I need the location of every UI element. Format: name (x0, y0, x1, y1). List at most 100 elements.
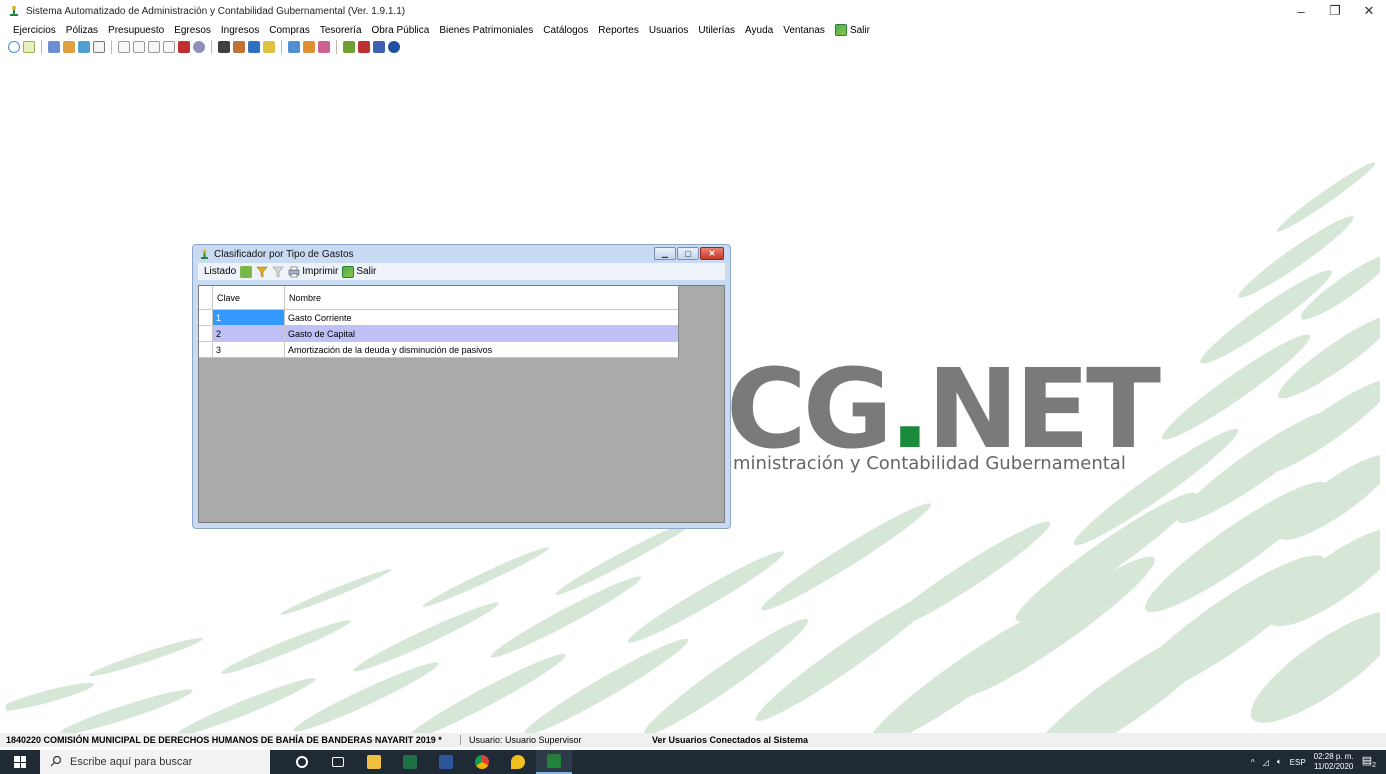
menu-polizas[interactable]: Pólizas (61, 25, 103, 36)
imprimir-label: Imprimir (302, 266, 339, 277)
network-icon[interactable]: ◿ (1263, 758, 1269, 767)
box-icon[interactable] (178, 41, 190, 53)
window-logo-icon (199, 249, 210, 260)
menu-ejercicios[interactable]: Ejercicios (8, 25, 61, 36)
clock[interactable]: 02:28 p. m. 11/02/2020 (1314, 752, 1354, 772)
menu-obra-publica[interactable]: Obra Pública (367, 25, 435, 36)
row-header-cell[interactable] (199, 326, 213, 341)
app-logo-icon (547, 754, 561, 768)
main-toolbar (0, 38, 1386, 56)
column-header-clave[interactable]: Clave (213, 286, 285, 309)
help-icon[interactable] (388, 41, 400, 53)
task-view-button[interactable] (320, 750, 356, 774)
close-button[interactable]: ✕ (1352, 0, 1386, 22)
cell-nombre[interactable]: Gasto de Capital (285, 326, 678, 341)
notification-count: 2 (1372, 762, 1376, 770)
clear-filter-icon[interactable] (272, 266, 284, 278)
child-minimize-button[interactable]: ▁ (654, 247, 676, 260)
chart-icon[interactable] (248, 41, 260, 53)
column-header-nombre[interactable]: Nombre (285, 286, 678, 309)
exit-icon (342, 265, 355, 278)
imprimir-button[interactable]: Imprimir (288, 266, 338, 278)
package-icon[interactable] (263, 41, 275, 53)
cortana-button[interactable] (284, 750, 320, 774)
row-header-cell[interactable] (199, 342, 213, 357)
cell-clave[interactable]: 2 (213, 326, 285, 341)
cell-nombre[interactable]: Amortización de la deuda y disminución d… (285, 342, 678, 357)
printer-icon (288, 266, 300, 278)
cell-clave[interactable]: 3 (213, 342, 285, 357)
globe-icon[interactable] (193, 41, 205, 53)
start-button[interactable] (0, 750, 40, 774)
calculator-icon[interactable] (78, 41, 90, 53)
app-title-bar: Sistema Automatizado de Administración y… (0, 0, 1386, 22)
menu-bienes-patrimoniales[interactable]: Bienes Patrimoniales (434, 25, 538, 36)
refresh-icon[interactable] (8, 41, 20, 53)
child-title-bar: Clasificador por Tipo de Gastos ▁ ▢ ✕ (193, 245, 730, 263)
table-icon[interactable] (93, 41, 105, 53)
document-icon[interactable] (23, 41, 35, 53)
child-close-button[interactable]: ✕ (700, 247, 724, 260)
book-icon[interactable] (373, 41, 385, 53)
menu-compras[interactable]: Compras (264, 25, 315, 36)
menu-catalogos[interactable]: Catálogos (538, 25, 593, 36)
menu-utilerias[interactable]: Utilerías (693, 25, 740, 36)
salir-label: Salir (356, 266, 377, 277)
cell-nombre[interactable]: Gasto Corriente (285, 310, 678, 325)
report-icon[interactable] (288, 41, 300, 53)
language-indicator[interactable]: ESP (1290, 758, 1306, 767)
cortana-icon (296, 756, 308, 768)
users-icon[interactable] (358, 41, 370, 53)
menu-ingresos[interactable]: Ingresos (216, 25, 264, 36)
clipboard-icon[interactable] (218, 41, 230, 53)
child-title: Clasificador por Tipo de Gastos (214, 248, 354, 260)
tools-icon[interactable] (303, 41, 315, 53)
menu-ventanas[interactable]: Ventanas (778, 25, 830, 36)
form-icon[interactable] (148, 41, 160, 53)
connected-users-link[interactable]: Ver Usuarios Conectados al Sistema (642, 735, 808, 745)
system-tray: ^ ◿ 🔈︎ ESP 02:28 p. m. 11/02/2020 ▤2 (1251, 750, 1386, 774)
file-explorer-button[interactable] (356, 750, 392, 774)
table-row[interactable]: 3 Amortización de la deuda y disminución… (199, 342, 678, 358)
form-icon[interactable] (163, 41, 175, 53)
menu-usuarios[interactable]: Usuarios (644, 25, 693, 36)
menu-egresos[interactable]: Egresos (169, 25, 216, 36)
badge-icon[interactable] (318, 41, 330, 53)
toolbar-separator (336, 40, 337, 54)
volume-icon[interactable]: 🔈︎ (1277, 757, 1282, 767)
listado-button[interactable]: Listado (204, 266, 236, 277)
row-header-cell[interactable] (199, 310, 213, 325)
menu-salir[interactable]: Salir (830, 24, 875, 36)
table-row[interactable]: 1 Gasto Corriente (199, 310, 678, 326)
restore-button[interactable]: ❐ (1318, 0, 1352, 22)
toolbar-separator (111, 40, 112, 54)
filter-icon[interactable] (256, 266, 268, 278)
chat-button[interactable] (500, 750, 536, 774)
chevron-up-icon[interactable]: ^ (1251, 758, 1255, 767)
word-button[interactable] (428, 750, 464, 774)
child-maximize-button[interactable]: ▢ (677, 247, 699, 260)
folder-icon[interactable] (63, 41, 75, 53)
pencil-icon[interactable] (233, 41, 245, 53)
menu-presupuesto[interactable]: Presupuesto (103, 25, 169, 36)
save-icon[interactable] (48, 41, 60, 53)
export-icon[interactable] (240, 265, 253, 278)
excel-icon (403, 755, 417, 769)
chrome-button[interactable] (464, 750, 500, 774)
excel-button[interactable] (392, 750, 428, 774)
form-icon[interactable] (133, 41, 145, 53)
minimize-button[interactable]: – (1284, 0, 1318, 22)
sacg-app-button[interactable] (536, 750, 572, 774)
menu-reportes[interactable]: Reportes (593, 25, 644, 36)
menu-ayuda[interactable]: Ayuda (740, 25, 778, 36)
salir-button[interactable]: Salir (342, 265, 377, 278)
menu-tesoreria[interactable]: Tesorería (315, 25, 367, 36)
table-row[interactable]: 2 Gasto de Capital (199, 326, 678, 342)
form-icon[interactable] (118, 41, 130, 53)
status-user: Usuario: Usuario Supervisor (460, 735, 642, 745)
notifications-icon[interactable]: ▤2 (1362, 754, 1376, 769)
cell-clave[interactable]: 1 (213, 310, 285, 325)
taskbar-search[interactable]: Escribe aquí para buscar (40, 750, 270, 774)
tree-icon[interactable] (343, 41, 355, 53)
chat-icon (511, 755, 525, 769)
